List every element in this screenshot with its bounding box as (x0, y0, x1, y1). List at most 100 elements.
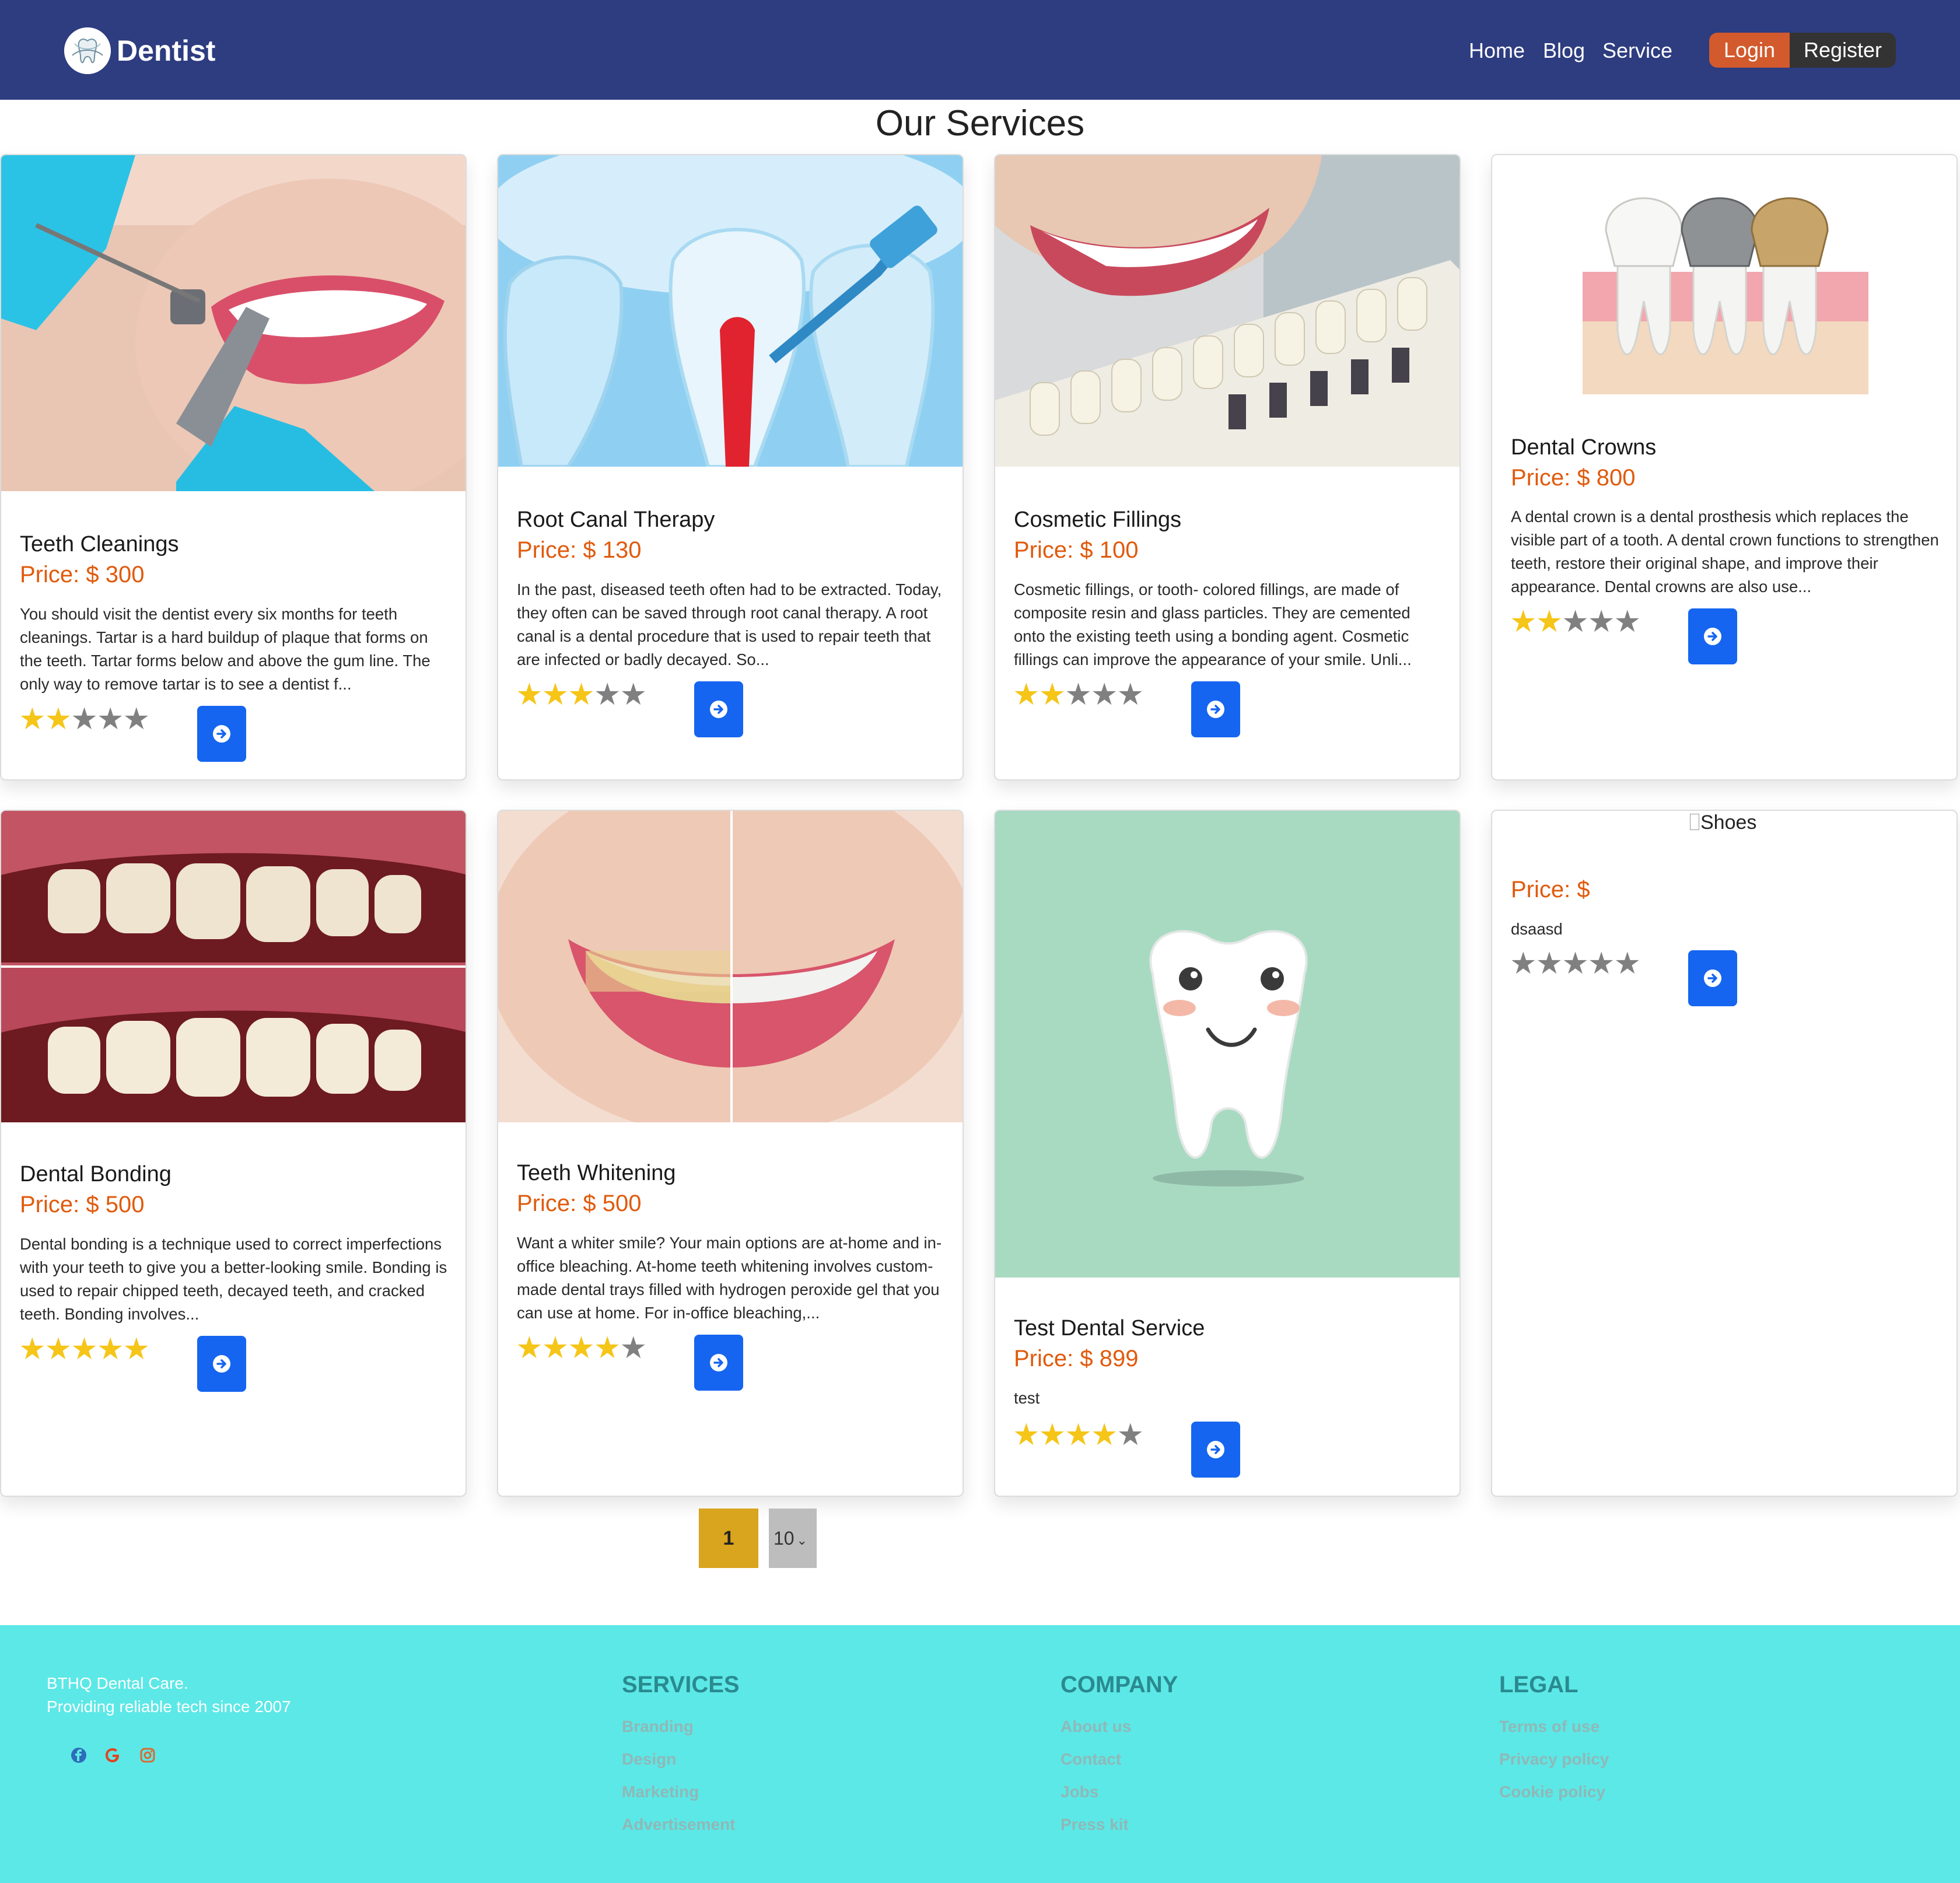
card-title: Teeth Cleanings (20, 532, 179, 556)
arrow-right-circle-icon (213, 725, 230, 743)
card-description: You should visit the dentist every six m… (20, 605, 430, 693)
star-empty-icon: ★ (1090, 678, 1118, 712)
details-arrow-button[interactable] (1688, 608, 1737, 664)
footer-link-press-kit[interactable]: Press kit (1060, 1813, 1129, 1836)
card-price: Price: $ 130 (517, 537, 642, 563)
footer-link-marketing[interactable]: Marketing (622, 1780, 699, 1804)
footer-heading-legal: LEGAL (1499, 1672, 1578, 1698)
tooth-logo-icon[interactable] (64, 27, 111, 74)
star-filled-icon: ★ (123, 1332, 150, 1366)
footer-link-jobs[interactable]: Jobs (1060, 1780, 1098, 1804)
service-card-untitled: Price: $ dsaasd ★★★★★ (1491, 810, 1958, 1497)
rating-stars: ★★★★★ (19, 1332, 150, 1367)
card-price: Price: $ 500 (20, 1192, 145, 1217)
details-arrow-button[interactable] (197, 1336, 246, 1392)
broken-image-placeholder: Shoes (1690, 810, 1756, 835)
card-description: In the past, diseased teeth often had to… (517, 580, 942, 668)
service-image (498, 155, 963, 467)
page-title: Our Services (875, 103, 1085, 144)
rating-stars: ★★★★★ (1013, 1418, 1144, 1452)
rating-stars: ★★★★★ (19, 702, 150, 737)
details-arrow-button[interactable] (694, 681, 743, 737)
star-empty-icon: ★ (1510, 947, 1537, 981)
image-alt-text: Shoes (1700, 811, 1757, 834)
footer-link-cookie[interactable]: Cookie policy (1499, 1780, 1605, 1804)
star-empty-icon: ★ (1587, 947, 1615, 981)
details-arrow-button[interactable] (694, 1335, 743, 1391)
service-card-teeth-cleanings: Teeth Cleanings Price: $ 300 You should … (0, 154, 467, 780)
nav-home[interactable]: Home (1469, 36, 1525, 65)
card-title: Root Canal Therapy (517, 508, 715, 532)
star-filled-icon: ★ (516, 678, 543, 712)
star-empty-icon: ★ (1562, 947, 1589, 981)
star-filled-icon: ★ (541, 1331, 569, 1365)
details-arrow-button[interactable] (1191, 1422, 1240, 1478)
star-filled-icon: ★ (1535, 605, 1563, 639)
service-card-cosmetic-fillings: Cosmetic Fillings Price: $ 100 Cosmetic … (994, 154, 1461, 780)
brand-name[interactable]: Dentist (117, 32, 215, 69)
facebook-icon[interactable] (69, 1745, 89, 1765)
star-empty-icon: ★ (71, 702, 98, 736)
service-image (1, 155, 466, 491)
star-filled-icon: ★ (1065, 1418, 1092, 1452)
card-description: dsaasd (1511, 920, 1563, 938)
card-description: Want a whiter smile? Your main options a… (517, 1234, 942, 1322)
star-empty-icon: ★ (96, 702, 124, 736)
rating-stars: ★★★★★ (1013, 677, 1144, 712)
page-size-select[interactable]: 10 ⌄ (769, 1508, 817, 1568)
star-empty-icon: ★ (1587, 605, 1615, 639)
broken-image-icon (1690, 814, 1699, 830)
service-image (1492, 155, 1957, 400)
card-price: Price: $ 899 (1014, 1346, 1139, 1371)
star-filled-icon: ★ (44, 1332, 72, 1366)
card-title: Dental Crowns (1511, 435, 1657, 460)
star-filled-icon: ★ (19, 1332, 46, 1366)
footer-tagline-line1: BTHQ Dental Care. (47, 1674, 188, 1692)
rating-stars: ★★★★★ (516, 677, 648, 712)
star-empty-icon: ★ (620, 678, 648, 712)
service-card-root-canal: Root Canal Therapy Price: $ 130 In the p… (497, 154, 964, 780)
star-filled-icon: ★ (541, 678, 569, 712)
login-button[interactable]: Login (1709, 33, 1790, 68)
arrow-right-circle-icon (1207, 701, 1224, 718)
service-image (995, 155, 1460, 467)
star-empty-icon: ★ (1614, 605, 1642, 639)
star-filled-icon: ★ (44, 702, 72, 736)
details-arrow-button[interactable] (1191, 681, 1240, 737)
star-filled-icon: ★ (1038, 678, 1066, 712)
card-description: Cosmetic fillings, or tooth- colored fil… (1014, 580, 1412, 668)
footer-link-contact[interactable]: Contact (1060, 1748, 1121, 1771)
page-size-value: 10 (774, 1528, 794, 1549)
footer-link-advertisement[interactable]: Advertisement (622, 1813, 736, 1836)
star-filled-icon: ★ (1090, 1418, 1118, 1452)
pagination-page-1[interactable]: 1 (699, 1508, 758, 1568)
star-empty-icon: ★ (620, 1331, 648, 1365)
service-card-dental-crowns: Dental Crowns Price: $ 800 A dental crow… (1491, 154, 1958, 780)
details-arrow-button[interactable] (1688, 950, 1737, 1006)
footer-link-design[interactable]: Design (622, 1748, 676, 1771)
instagram-icon[interactable] (138, 1745, 158, 1765)
details-arrow-button[interactable] (197, 706, 246, 762)
arrow-right-circle-icon (1704, 628, 1721, 645)
google-icon[interactable] (103, 1745, 123, 1765)
card-description: Dental bonding is a technique used to co… (20, 1235, 447, 1323)
star-empty-icon: ★ (1116, 1418, 1144, 1452)
footer (0, 1625, 1960, 1883)
card-price: Price: $ 500 (517, 1191, 642, 1216)
footer-link-terms[interactable]: Terms of use (1499, 1715, 1600, 1738)
star-filled-icon: ★ (96, 1332, 124, 1366)
star-filled-icon: ★ (1013, 678, 1040, 712)
nav-service[interactable]: Service (1602, 36, 1672, 65)
nav-blog[interactable]: Blog (1543, 36, 1585, 65)
footer-link-branding[interactable]: Branding (622, 1715, 694, 1738)
service-card-dental-bonding: Dental Bonding Price: $ 500 Dental bondi… (0, 810, 467, 1497)
star-empty-icon: ★ (1535, 947, 1563, 981)
register-button[interactable]: Register (1790, 33, 1896, 68)
service-image (995, 811, 1460, 1278)
card-title: Cosmetic Fillings (1014, 508, 1182, 532)
star-filled-icon: ★ (568, 678, 595, 712)
footer-link-about[interactable]: About us (1060, 1715, 1131, 1738)
rating-stars: ★★★★★ (1510, 604, 1642, 639)
footer-link-privacy[interactable]: Privacy policy (1499, 1748, 1609, 1771)
star-empty-icon: ★ (1614, 947, 1642, 981)
